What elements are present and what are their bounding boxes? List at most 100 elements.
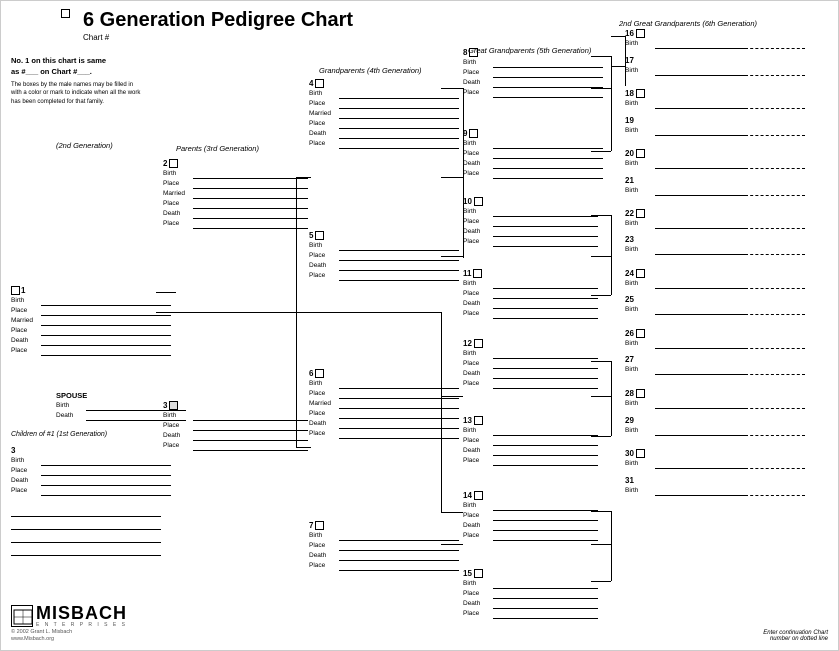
person22-fields: Birth: [625, 219, 805, 229]
person10-fields: Birth Place Death Place: [463, 207, 598, 247]
person-21: 21 Birth: [625, 176, 805, 196]
chart-num: Chart #: [83, 33, 353, 42]
person1-box: [11, 286, 20, 295]
person28-num: 28: [625, 389, 634, 398]
person20-box: [636, 149, 645, 158]
person23-fields: Birth: [625, 245, 805, 255]
person8-box: [469, 48, 478, 57]
person4-fields: Birth Place Married Place Death Place: [309, 89, 459, 149]
person-6: 6 Birth Place Married Place Death Place: [309, 369, 459, 439]
person1-num: 1: [21, 286, 25, 295]
person28-fields: Birth: [625, 399, 805, 409]
instructions: No. 1 on this chart is same as #___ on C…: [11, 56, 141, 106]
person25-num: 25: [625, 295, 634, 304]
person-31: 31 Birth: [625, 476, 805, 496]
person14-fields: Birth Place Death Place: [463, 501, 598, 541]
logo-web: www.Misbach.org: [11, 636, 54, 642]
person-27: 27 Birth: [625, 355, 805, 375]
person3-fields: Birth Place Death Place: [11, 456, 171, 496]
person6-box: [315, 369, 324, 378]
person7-fields: Birth Place Death Place: [309, 531, 459, 571]
person-13: 13 Birth Place Death Place: [463, 416, 598, 466]
person22-num: 22: [625, 209, 634, 218]
logo-name: MISBACH: [36, 604, 127, 622]
person15-box: [474, 569, 483, 578]
person6-num: 6: [309, 369, 313, 378]
person-10: 10 Birth Place Death Place: [463, 197, 598, 247]
person14-num: 14: [463, 491, 472, 500]
person-20: 20 Birth: [625, 149, 805, 169]
person16-box: [636, 29, 645, 38]
person13-box: [474, 416, 483, 425]
person18-num: 18: [625, 89, 634, 98]
person28-box: [636, 389, 645, 398]
person24-fields: Birth: [625, 279, 805, 289]
person4-num: 4: [309, 79, 313, 88]
gen2-label: (2nd Generation): [56, 141, 113, 150]
person11-box: [473, 269, 482, 278]
spouse-label: SPOUSE: [56, 391, 186, 400]
person15-num: 15: [463, 569, 472, 578]
person-11: 11 Birth Place Death Place: [463, 269, 598, 319]
person29-fields: Birth: [625, 426, 805, 436]
person-14: 14 Birth Place Death Place: [463, 491, 598, 541]
person-15: 15 Birth Place Death Place: [463, 569, 598, 619]
person11-fields: Birth Place Death Place: [463, 279, 598, 319]
person2-fields: Birth Place Married Place Death Place: [163, 169, 308, 229]
person2-box: [169, 159, 178, 168]
person26-box: [636, 329, 645, 338]
person5-num: 5: [309, 231, 313, 240]
person20-fields: Birth: [625, 159, 805, 169]
no1-line: No. 1 on this chart is same as #___ on C…: [11, 56, 141, 77]
person13-fields: Birth Place Death Place: [463, 426, 598, 466]
person-17: 17 Birth: [625, 56, 805, 76]
person-24: 24 Birth: [625, 269, 805, 289]
person3b-box: [169, 401, 178, 410]
person-4: 4 Birth Place Married Place Death Place: [309, 79, 459, 149]
person-26: 26 Birth: [625, 329, 805, 349]
person22-box: [636, 209, 645, 218]
person21-num: 21: [625, 176, 634, 185]
person9-fields: Birth Place Death Place: [463, 139, 603, 179]
person13-num: 13: [463, 416, 472, 425]
gen6-label: 2nd Great Grandparents (6th Generation): [619, 19, 757, 28]
person-16: 16 Birth: [625, 29, 805, 49]
person-28: 28 Birth: [625, 389, 805, 409]
person8-fields: Birth Place Death Place: [463, 58, 603, 98]
person5-box: [315, 231, 324, 240]
person16-fields: Birth: [625, 39, 805, 49]
person9-box: [469, 129, 478, 138]
person27-num: 27: [625, 355, 634, 364]
person4-box: [315, 79, 324, 88]
person-9: 9 Birth Place Death Place: [463, 129, 603, 179]
person-8: 8 Birth Place Death Place: [463, 48, 603, 98]
person3b-fields: Birth Place Death Place: [163, 411, 308, 451]
logo-area: MISBACH E N T E R P R I S E S © 2002 Gra…: [11, 604, 127, 642]
logo-icon: [11, 605, 33, 627]
person-29: 29 Birth: [625, 416, 805, 436]
person-23: 23 Birth: [625, 235, 805, 255]
person7-num: 7: [309, 521, 313, 530]
person18-fields: Birth: [625, 99, 805, 109]
person2-num: 2: [163, 159, 167, 168]
person3-num: 3: [11, 446, 15, 455]
person24-box: [636, 269, 645, 278]
person-18: 18 Birth: [625, 89, 805, 109]
person8-num: 8: [463, 48, 467, 57]
person-19: 19 Birth: [625, 116, 805, 136]
person24-num: 24: [625, 269, 634, 278]
person-22: 22 Birth: [625, 209, 805, 229]
person29-num: 29: [625, 416, 634, 425]
person27-fields: Birth: [625, 365, 805, 375]
person3b-num: 3: [163, 401, 167, 410]
person15-fields: Birth Place Death Place: [463, 579, 598, 619]
person-3b: 3 Birth Place Death Place: [163, 401, 308, 451]
gen4-label: Grandparents (4th Generation): [319, 66, 422, 75]
person26-fields: Birth: [625, 339, 805, 349]
person25-fields: Birth: [625, 305, 805, 315]
person30-box: [636, 449, 645, 458]
person6-fields: Birth Place Married Place Death Place: [309, 379, 459, 439]
person31-fields: Birth: [625, 486, 805, 496]
person-30: 30 Birth: [625, 449, 805, 469]
person-3: 3 Birth Place Death Place: [11, 446, 171, 496]
